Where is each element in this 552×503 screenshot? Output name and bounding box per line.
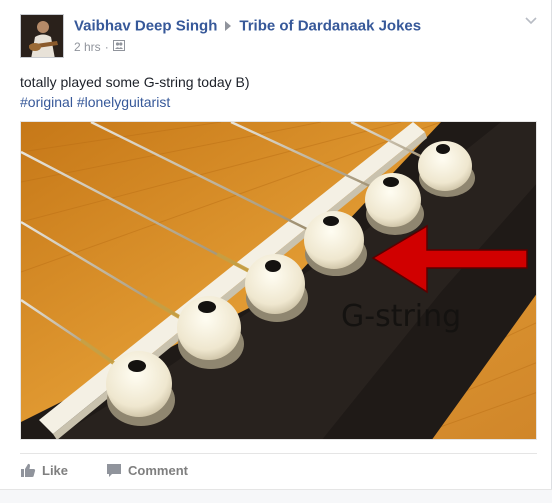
triangle-right-icon	[225, 21, 232, 32]
comment-icon	[107, 464, 122, 477]
hashtag-link[interactable]: #original	[20, 94, 73, 110]
thumbs-up-icon	[21, 463, 36, 477]
post-message: totally played some G-string today B) #o…	[20, 72, 530, 112]
comments-area	[0, 489, 552, 503]
guitar-bridge-image: G-string	[21, 122, 536, 439]
comment-button[interactable]: Comment	[106, 463, 188, 478]
meta-separator: ·	[104, 40, 109, 54]
group-audience-icon	[112, 40, 125, 54]
chevron-down-icon[interactable]	[523, 14, 539, 26]
post-message-text: totally played some G-string today B)	[20, 74, 250, 90]
post-actions: Like Comment	[20, 463, 188, 478]
like-button[interactable]: Like	[20, 463, 68, 478]
author-name[interactable]: Vaibhav Deep Singh	[74, 18, 217, 35]
like-label: Like	[42, 463, 69, 478]
post-card: Vaibhav Deep Singh Tribe of Dardanaak Jok…	[0, 0, 552, 503]
post-photo[interactable]: G-string	[20, 121, 537, 440]
group-name[interactable]: Tribe of Dardanaak Jokes	[239, 18, 421, 35]
hashtag-link[interactable]: #lonelyguitarist	[77, 94, 170, 110]
post-header-names: Vaibhav Deep Singh Tribe of Dardanaak Jok…	[74, 17, 421, 35]
post-hashtags: #original #lonelyguitarist	[20, 92, 530, 112]
post-meta: 2 hrs ·	[74, 40, 125, 54]
comment-label: Comment	[128, 463, 188, 478]
author-avatar[interactable]	[20, 14, 64, 58]
action-divider	[20, 453, 537, 454]
g-string-annotation: G-string	[341, 299, 461, 334]
post-timestamp[interactable]: 2 hrs	[74, 40, 101, 54]
